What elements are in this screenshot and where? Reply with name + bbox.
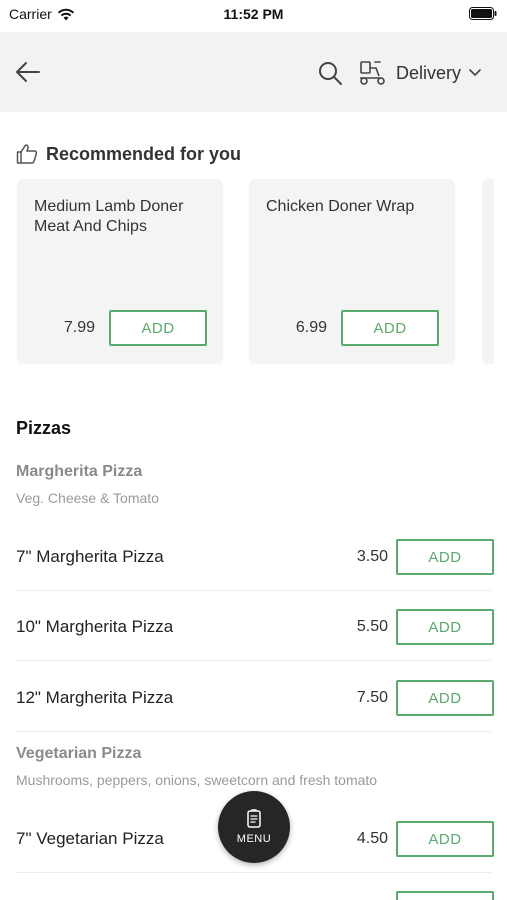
divider [16,590,491,591]
add-button[interactable]: ADD [396,680,494,716]
delivery-selector[interactable]: Delivery [358,58,481,88]
menu-item-name: 12" Margherita Pizza [16,688,174,707]
group-title: Margherita Pizza [16,463,143,480]
recommended-card-price: 7.99 [63,319,95,336]
add-button-partial[interactable] [396,891,494,900]
status-time: 11:52 PM [223,6,284,22]
menu-item-price: 3.50 [356,548,388,565]
search-icon[interactable] [316,59,344,87]
group-description: Mushrooms, peppers, onions, sweetcorn an… [16,772,378,788]
add-button[interactable]: ADD [396,821,494,857]
divider [16,731,491,732]
menu-book-icon [247,809,261,828]
status-bar: Carrier 11:52 PM [0,0,507,30]
recommended-card-peek[interactable] [482,179,494,364]
recommended-card-name: Chicken Doner Wrap [266,198,415,215]
add-button[interactable]: ADD [396,539,494,575]
back-button[interactable] [12,56,44,88]
thumbs-up-icon [16,144,38,164]
group-description: Veg. Cheese & Tomato [16,490,159,506]
recommended-card-price: 6.99 [295,319,327,336]
recommended-card[interactable]: Chicken Doner Wrap 6.99 ADD [249,179,455,364]
recommended-title: Recommended for you [46,143,242,164]
section-title-pizzas: Pizzas [16,418,72,438]
group-title: Vegetarian Pizza [16,745,142,762]
recommended-header: Recommended for you [16,143,241,165]
scooter-icon [360,61,385,85]
divider [16,660,491,661]
add-button[interactable]: ADD [341,310,439,346]
divider [16,872,491,873]
menu-item-row: 10" Margherita Pizza 5.50 ADD [0,609,507,679]
back-arrow-icon [16,62,40,82]
delivery-label: Delivery [396,62,462,83]
chevron-down-icon [469,69,481,77]
menu-item-price: 5.50 [356,618,388,635]
menu-item-name: 7" Margherita Pizza [16,547,164,566]
add-button[interactable]: ADD [109,310,207,346]
menu-item-name: 10" Margherita Pizza [16,617,174,636]
menu-button[interactable]: MENU [218,791,290,863]
menu-item-name: 7" Vegetarian Pizza [16,829,164,848]
menu-item-row: 7" Margherita Pizza 3.50 ADD [0,539,507,609]
menu-item-row: 12" Margherita Pizza 7.50 ADD [0,680,507,750]
menu-item-price: 4.50 [356,830,388,847]
recommended-card-name: Medium Lamb Doner Meat And Chips [34,198,184,235]
menu-button-label: MENU [236,833,272,845]
battery-icon [469,7,497,20]
add-button[interactable]: ADD [396,609,494,645]
menu-item-price: 7.50 [356,689,388,706]
recommended-card[interactable]: Medium Lamb Doner Meat And Chips 7.99 AD… [17,179,223,364]
app-header: Delivery [0,32,507,112]
